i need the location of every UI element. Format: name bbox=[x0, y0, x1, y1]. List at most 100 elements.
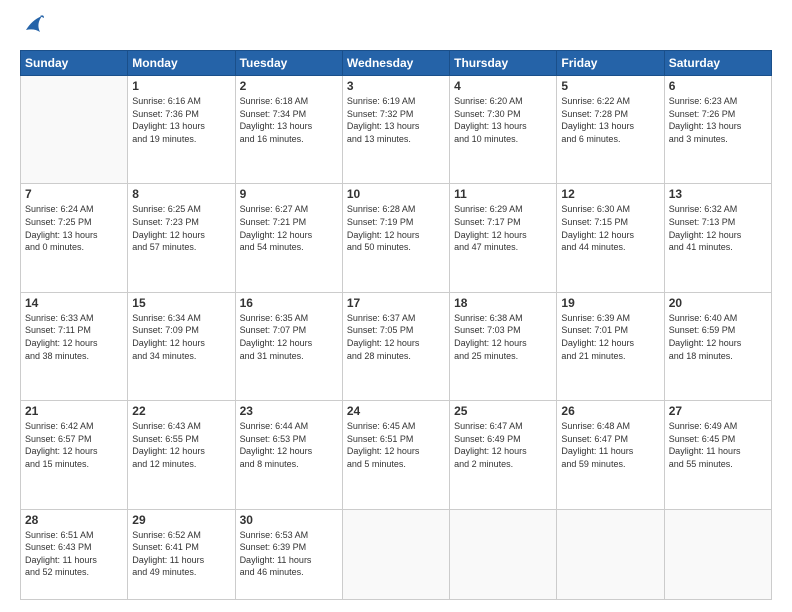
calendar-cell: 5 Sunrise: 6:22 AM Sunset: 7:28 PM Daylig… bbox=[557, 76, 664, 184]
calendar-cell: 19 Sunrise: 6:39 AM Sunset: 7:01 PM Dayli… bbox=[557, 292, 664, 400]
calendar-cell: 12 Sunrise: 6:30 AM Sunset: 7:15 PM Dayli… bbox=[557, 184, 664, 292]
day-info: Sunrise: 6:42 AM Sunset: 6:57 PM Dayligh… bbox=[25, 420, 123, 470]
day-info: Sunrise: 6:47 AM Sunset: 6:49 PM Dayligh… bbox=[454, 420, 552, 470]
calendar-week-row: 21 Sunrise: 6:42 AM Sunset: 6:57 PM Dayli… bbox=[21, 401, 772, 509]
day-number: 29 bbox=[132, 513, 230, 527]
calendar-cell: 3 Sunrise: 6:19 AM Sunset: 7:32 PM Daylig… bbox=[342, 76, 449, 184]
day-number: 18 bbox=[454, 296, 552, 310]
weekday-header-tuesday: Tuesday bbox=[235, 51, 342, 76]
day-info: Sunrise: 6:45 AM Sunset: 6:51 PM Dayligh… bbox=[347, 420, 445, 470]
calendar-cell: 7 Sunrise: 6:24 AM Sunset: 7:25 PM Daylig… bbox=[21, 184, 128, 292]
calendar-cell: 30Sunrise: 6:53 AM Sunset: 6:39 PM Dayli… bbox=[235, 509, 342, 599]
calendar-cell: 16 Sunrise: 6:35 AM Sunset: 7:07 PM Dayli… bbox=[235, 292, 342, 400]
calendar-cell: 15Sunrise: 6:34 AM Sunset: 7:09 PM Dayli… bbox=[128, 292, 235, 400]
logo bbox=[20, 16, 44, 40]
day-number: 4 bbox=[454, 79, 552, 93]
weekday-header-wednesday: Wednesday bbox=[342, 51, 449, 76]
day-info: Sunrise: 6:39 AM Sunset: 7:01 PM Dayligh… bbox=[561, 312, 659, 362]
day-number: 30 bbox=[240, 513, 338, 527]
calendar-cell bbox=[557, 509, 664, 599]
page: SundayMondayTuesdayWednesdayThursdayFrid… bbox=[0, 0, 792, 612]
day-info: Sunrise: 6:22 AM Sunset: 7:28 PM Dayligh… bbox=[561, 95, 659, 145]
day-info: Sunrise: 6:23 AM Sunset: 7:26 PM Dayligh… bbox=[669, 95, 767, 145]
day-info: Sunrise: 6:24 AM Sunset: 7:25 PM Dayligh… bbox=[25, 203, 123, 253]
calendar-cell: 27 Sunrise: 6:49 AM Sunset: 6:45 PM Dayli… bbox=[664, 401, 771, 509]
calendar-cell: 25 Sunrise: 6:47 AM Sunset: 6:49 PM Dayli… bbox=[450, 401, 557, 509]
calendar-cell: 6 Sunrise: 6:23 AM Sunset: 7:26 PM Daylig… bbox=[664, 76, 771, 184]
calendar-cell: 20 Sunrise: 6:40 AM Sunset: 6:59 PM Dayli… bbox=[664, 292, 771, 400]
day-number: 5 bbox=[561, 79, 659, 93]
calendar-cell bbox=[21, 76, 128, 184]
day-info: Sunrise: 6:18 AM Sunset: 7:34 PM Dayligh… bbox=[240, 95, 338, 145]
day-number: 16 bbox=[240, 296, 338, 310]
calendar-cell: 21 Sunrise: 6:42 AM Sunset: 6:57 PM Dayli… bbox=[21, 401, 128, 509]
calendar-cell: 4 Sunrise: 6:20 AM Sunset: 7:30 PM Daylig… bbox=[450, 76, 557, 184]
header bbox=[20, 16, 772, 40]
weekday-header-monday: Monday bbox=[128, 51, 235, 76]
calendar-cell bbox=[450, 509, 557, 599]
day-info: Sunrise: 6:20 AM Sunset: 7:30 PM Dayligh… bbox=[454, 95, 552, 145]
day-info: Sunrise: 6:28 AM Sunset: 7:19 PM Dayligh… bbox=[347, 203, 445, 253]
day-number: 2 bbox=[240, 79, 338, 93]
calendar-cell: 24 Sunrise: 6:45 AM Sunset: 6:51 PM Dayli… bbox=[342, 401, 449, 509]
calendar-cell: 28Sunrise: 6:51 AM Sunset: 6:43 PM Dayli… bbox=[21, 509, 128, 599]
calendar-cell: 29 Sunrise: 6:52 AM Sunset: 6:41 PM Dayli… bbox=[128, 509, 235, 599]
day-info: Sunrise: 6:38 AM Sunset: 7:03 PM Dayligh… bbox=[454, 312, 552, 362]
day-number: 8 bbox=[132, 187, 230, 201]
day-number: 20 bbox=[669, 296, 767, 310]
weekday-header-thursday: Thursday bbox=[450, 51, 557, 76]
calendar-cell: 2 Sunrise: 6:18 AM Sunset: 7:34 PM Daylig… bbox=[235, 76, 342, 184]
day-info: Sunrise: 6:44 AM Sunset: 6:53 PM Dayligh… bbox=[240, 420, 338, 470]
day-number: 7 bbox=[25, 187, 123, 201]
day-number: 23 bbox=[240, 404, 338, 418]
calendar-week-row: 1 Sunrise: 6:16 AM Sunset: 7:36 PM Daylig… bbox=[21, 76, 772, 184]
logo-bird-icon bbox=[22, 12, 44, 40]
day-info: Sunrise: 6:35 AM Sunset: 7:07 PM Dayligh… bbox=[240, 312, 338, 362]
day-number: 24 bbox=[347, 404, 445, 418]
day-number: 17 bbox=[347, 296, 445, 310]
day-info: Sunrise: 6:19 AM Sunset: 7:32 PM Dayligh… bbox=[347, 95, 445, 145]
day-info: Sunrise: 6:40 AM Sunset: 6:59 PM Dayligh… bbox=[669, 312, 767, 362]
day-info: Sunrise: 6:32 AM Sunset: 7:13 PM Dayligh… bbox=[669, 203, 767, 253]
calendar-cell bbox=[664, 509, 771, 599]
day-info: Sunrise: 6:33 AM Sunset: 7:11 PM Dayligh… bbox=[25, 312, 123, 362]
day-number: 11 bbox=[454, 187, 552, 201]
calendar-cell: 9 Sunrise: 6:27 AM Sunset: 7:21 PM Daylig… bbox=[235, 184, 342, 292]
day-info: Sunrise: 6:25 AM Sunset: 7:23 PM Dayligh… bbox=[132, 203, 230, 253]
calendar-week-row: 14Sunrise: 6:33 AM Sunset: 7:11 PM Dayli… bbox=[21, 292, 772, 400]
day-number: 10 bbox=[347, 187, 445, 201]
calendar-cell: 18 Sunrise: 6:38 AM Sunset: 7:03 PM Dayli… bbox=[450, 292, 557, 400]
day-number: 27 bbox=[669, 404, 767, 418]
day-number: 1 bbox=[132, 79, 230, 93]
day-number: 26 bbox=[561, 404, 659, 418]
day-number: 21 bbox=[25, 404, 123, 418]
day-number: 9 bbox=[240, 187, 338, 201]
day-info: Sunrise: 6:27 AM Sunset: 7:21 PM Dayligh… bbox=[240, 203, 338, 253]
day-number: 13 bbox=[669, 187, 767, 201]
day-info: Sunrise: 6:34 AM Sunset: 7:09 PM Dayligh… bbox=[132, 312, 230, 362]
day-number: 12 bbox=[561, 187, 659, 201]
calendar-week-row: 7 Sunrise: 6:24 AM Sunset: 7:25 PM Daylig… bbox=[21, 184, 772, 292]
day-number: 3 bbox=[347, 79, 445, 93]
calendar-cell: 8 Sunrise: 6:25 AM Sunset: 7:23 PM Daylig… bbox=[128, 184, 235, 292]
calendar-cell bbox=[342, 509, 449, 599]
calendar-cell: 1 Sunrise: 6:16 AM Sunset: 7:36 PM Daylig… bbox=[128, 76, 235, 184]
weekday-header-friday: Friday bbox=[557, 51, 664, 76]
day-info: Sunrise: 6:37 AM Sunset: 7:05 PM Dayligh… bbox=[347, 312, 445, 362]
day-info: Sunrise: 6:52 AM Sunset: 6:41 PM Dayligh… bbox=[132, 529, 230, 579]
day-number: 19 bbox=[561, 296, 659, 310]
day-info: Sunrise: 6:43 AM Sunset: 6:55 PM Dayligh… bbox=[132, 420, 230, 470]
calendar-cell: 14Sunrise: 6:33 AM Sunset: 7:11 PM Dayli… bbox=[21, 292, 128, 400]
day-info: Sunrise: 6:49 AM Sunset: 6:45 PM Dayligh… bbox=[669, 420, 767, 470]
day-info: Sunrise: 6:30 AM Sunset: 7:15 PM Dayligh… bbox=[561, 203, 659, 253]
day-info: Sunrise: 6:16 AM Sunset: 7:36 PM Dayligh… bbox=[132, 95, 230, 145]
day-number: 25 bbox=[454, 404, 552, 418]
day-number: 28 bbox=[25, 513, 123, 527]
calendar-cell: 26 Sunrise: 6:48 AM Sunset: 6:47 PM Dayli… bbox=[557, 401, 664, 509]
day-number: 6 bbox=[669, 79, 767, 93]
day-info: Sunrise: 6:48 AM Sunset: 6:47 PM Dayligh… bbox=[561, 420, 659, 470]
calendar-table: SundayMondayTuesdayWednesdayThursdayFrid… bbox=[20, 50, 772, 600]
weekday-header-sunday: Sunday bbox=[21, 51, 128, 76]
calendar-cell: 23 Sunrise: 6:44 AM Sunset: 6:53 PM Dayli… bbox=[235, 401, 342, 509]
day-number: 22 bbox=[132, 404, 230, 418]
